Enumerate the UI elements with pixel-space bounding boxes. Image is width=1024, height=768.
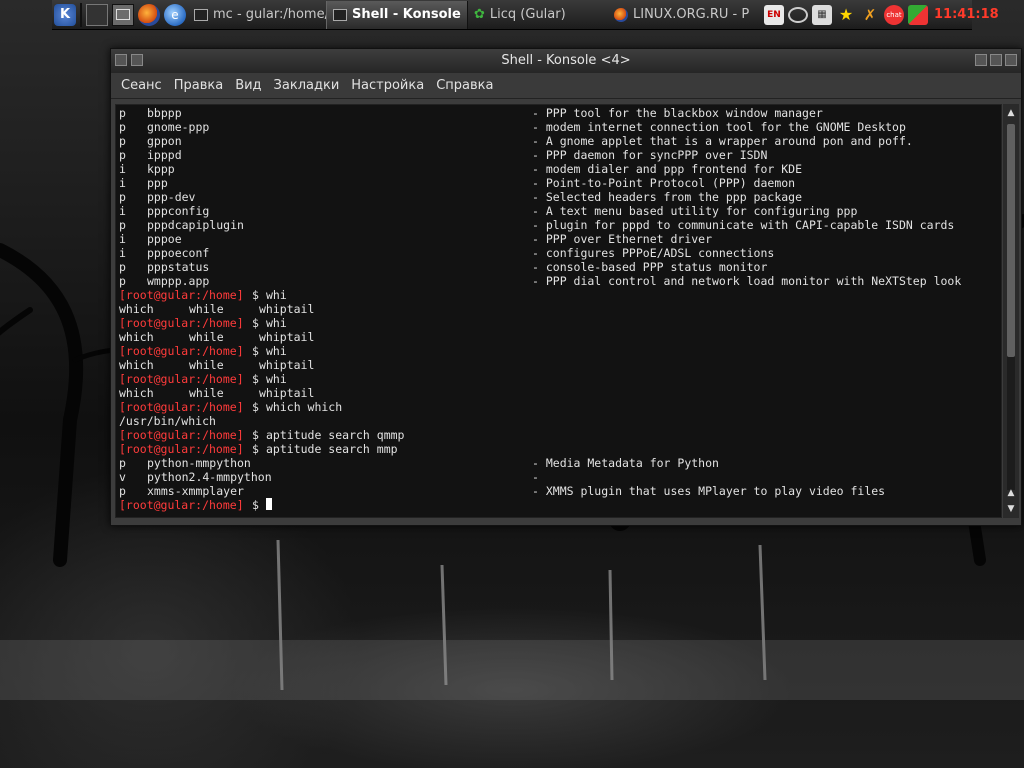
package-row: p gnome-ppp - modem internet connection to… bbox=[119, 120, 906, 134]
star-icon[interactable]: ★ bbox=[836, 5, 856, 25]
system-tray: EN ▦ ★ ✗ chat 11:41:18 bbox=[762, 4, 1005, 25]
shell-prompt: [root@gular:/home] bbox=[119, 372, 244, 386]
monitor-icon[interactable] bbox=[86, 3, 108, 26]
package-row: p ppp-dev - Selected headers from the ppp … bbox=[119, 190, 803, 204]
pager-desktop-2[interactable] bbox=[80, 10, 82, 19]
package-row: i pppoeconf - configures PPPoE/ADSL connec… bbox=[119, 246, 775, 260]
taskbar-item-firefox[interactable]: LINUX.ORG.RU - P bbox=[608, 1, 762, 29]
window-titlebar[interactable]: Shell - Konsole <4> bbox=[111, 49, 1021, 73]
shell-prompt: [root@gular:/home] bbox=[119, 400, 244, 414]
prompt-line: [root@gular:/home] $ whi bbox=[119, 372, 287, 386]
prompt-line: [root@gular:/home] $ whi bbox=[119, 316, 287, 330]
package-row: p pppstatus - console-based PPP status mon… bbox=[119, 260, 768, 274]
shell-prompt: [root@gular:/home] bbox=[119, 288, 244, 302]
scrollbar-thumb[interactable] bbox=[1007, 124, 1015, 357]
menu-edit[interactable]: Правка bbox=[168, 73, 229, 99]
package-row: p gppon - A gnome applet that is a wrapper… bbox=[119, 134, 913, 148]
scroll-up-icon[interactable]: ▲ bbox=[1003, 106, 1019, 120]
package-row: p wmppp.app - PPP dial control and network… bbox=[119, 274, 962, 288]
close-icon[interactable] bbox=[1005, 54, 1017, 66]
clock[interactable]: 11:41:18 bbox=[930, 7, 1005, 22]
clipboard-icon[interactable]: ▦ bbox=[812, 4, 832, 25]
sticky-icon[interactable] bbox=[131, 54, 143, 66]
package-row: i kppp - modem dialer and ppp frontend for… bbox=[119, 162, 803, 176]
window-menu-icon[interactable] bbox=[115, 54, 127, 66]
command-text: which which bbox=[266, 400, 343, 414]
shell-prompt: [root@gular:/home] bbox=[119, 442, 244, 456]
package-row: p xmms-xmmplayer - XMMS plugin that uses M… bbox=[119, 484, 886, 498]
current-prompt-line[interactable]: [root@gular:/home] $ bbox=[119, 498, 1001, 512]
menu-help[interactable]: Справка bbox=[430, 73, 499, 99]
task-label: LINUX.ORG.RU - P bbox=[633, 7, 750, 22]
command-text: whi bbox=[266, 288, 287, 302]
taskbar-item-licq[interactable]: ✿ Licq (Gular) bbox=[468, 1, 608, 29]
package-row: p ipppd - PPP daemon for syncPPP over ISDN bbox=[119, 148, 768, 162]
prompt-line: [root@gular:/home] $ which which bbox=[119, 400, 343, 414]
desktop-pager[interactable] bbox=[80, 2, 82, 27]
package-row: v python2.4-mmpython - bbox=[119, 470, 539, 484]
prompt-line: [root@gular:/home] $ aptitude search mmp bbox=[119, 442, 398, 456]
command-text: whi bbox=[266, 344, 287, 358]
minimize-icon[interactable] bbox=[975, 54, 987, 66]
kde-panel: K e mc - gular:/home/ Shell - Konsole ✿ … bbox=[52, 0, 999, 30]
completion-line: which while whiptail bbox=[119, 330, 315, 344]
prompt-line: [root@gular:/home] $ whi bbox=[119, 344, 287, 358]
menubar: Сеанс Правка Вид Закладки Настройка Спра… bbox=[111, 73, 1021, 99]
shell-prompt: [root@gular:/home] bbox=[119, 344, 244, 358]
completion-line: which while whiptail bbox=[119, 386, 315, 400]
package-row: p bbppp - PPP tool for the blackbox window… bbox=[119, 106, 823, 120]
menu-view[interactable]: Вид bbox=[229, 73, 267, 99]
text-cursor bbox=[266, 498, 272, 510]
prompt-line: [root@gular:/home] $ whi bbox=[119, 288, 287, 302]
menu-session[interactable]: Сеанс bbox=[115, 73, 168, 99]
pager-desktop-3[interactable] bbox=[80, 18, 82, 27]
prompt-line: [root@gular:/home] $ aptitude search qmmp bbox=[119, 428, 405, 442]
menu-bookmarks[interactable]: Закладки bbox=[268, 73, 346, 99]
shell-prompt: [root@gular:/home] bbox=[119, 498, 244, 512]
package-row: i ppp - Point-to-Point Protocol (PPP) daem… bbox=[119, 176, 796, 190]
licq-flower-icon: ✿ bbox=[474, 7, 485, 22]
keyboard-layout-icon[interactable]: EN bbox=[764, 4, 784, 25]
completion-line: which while whiptail bbox=[119, 358, 315, 372]
command-text: aptitude search qmmp bbox=[266, 428, 405, 442]
tools-icon[interactable]: ✗ bbox=[860, 5, 880, 25]
task-label: Licq (Gular) bbox=[489, 7, 566, 22]
maximize-icon[interactable] bbox=[990, 54, 1002, 66]
pager-desktop-1[interactable] bbox=[80, 2, 82, 11]
konqueror-launcher-icon[interactable]: e bbox=[164, 3, 186, 26]
kde-k-menu-icon[interactable]: K bbox=[54, 3, 76, 26]
command-text: whi bbox=[266, 372, 287, 386]
firefox-launcher-icon[interactable] bbox=[138, 3, 160, 26]
update-notifier-icon[interactable] bbox=[908, 4, 928, 25]
package-row: i pppoe - PPP over Ethernet driver bbox=[119, 232, 713, 246]
terminal-window-icon bbox=[194, 8, 208, 21]
konsole-window: Shell - Konsole <4> Сеанс Правка Вид Зак… bbox=[110, 48, 1022, 526]
package-row: p python-mmpython - Media Metadata for Pyt… bbox=[119, 456, 719, 470]
taskbar-item-konsole[interactable]: Shell - Konsole bbox=[326, 0, 468, 29]
terminal-scrollbar[interactable]: ▲ ▲ ▼ bbox=[1003, 104, 1019, 518]
command-text: aptitude search mmp bbox=[266, 442, 398, 456]
menu-settings[interactable]: Настройка bbox=[345, 73, 430, 99]
command-text: whi bbox=[266, 316, 287, 330]
scroll-up-icon-lower[interactable]: ▲ bbox=[1003, 486, 1019, 500]
scroll-down-icon[interactable]: ▼ bbox=[1003, 502, 1019, 516]
network-monitor-icon[interactable] bbox=[788, 6, 808, 23]
konsole-icon bbox=[333, 8, 347, 21]
window-title: Shell - Konsole <4> bbox=[501, 53, 631, 68]
terminal-output[interactable]: p bbppp - PPP tool for the blackbox window… bbox=[115, 104, 1002, 518]
task-label: Shell - Konsole bbox=[352, 7, 461, 22]
taskbar-item-mc[interactable]: mc - gular:/home/ bbox=[188, 1, 326, 29]
chat-icon[interactable]: chat bbox=[884, 4, 904, 25]
package-row: i pppconfig - A text menu based utility fo… bbox=[119, 204, 858, 218]
firefox-icon bbox=[614, 7, 628, 22]
shell-prompt: [root@gular:/home] bbox=[119, 428, 244, 442]
shell-prompt: [root@gular:/home] bbox=[119, 316, 244, 330]
output-line: /usr/bin/which bbox=[119, 414, 216, 428]
package-row: p pppdcapiplugin - plugin for pppd to comm… bbox=[119, 218, 955, 232]
completion-line: which while whiptail bbox=[119, 302, 315, 316]
task-label: mc - gular:/home/ bbox=[213, 7, 326, 22]
show-desktop-icon[interactable] bbox=[112, 3, 134, 26]
